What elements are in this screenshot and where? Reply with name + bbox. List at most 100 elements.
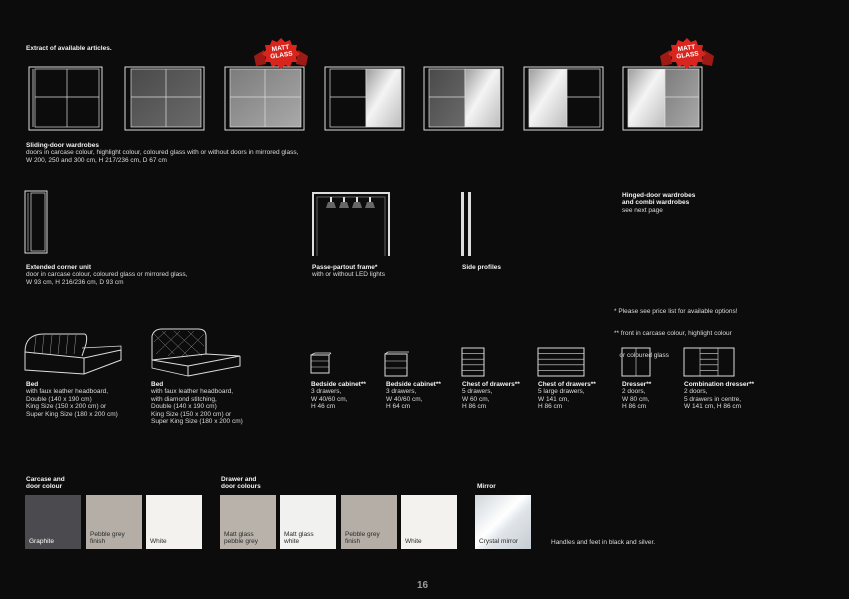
drawer-colour-header: Drawer and door colours: [221, 476, 261, 491]
swatch-crystal-mirror: Crystal mirror: [475, 495, 531, 549]
side-profiles-icon: [461, 192, 471, 256]
storage-title: Chest of drawers**: [462, 381, 520, 388]
storage-line: 5 drawers,: [462, 388, 493, 396]
mirror-header: Mirror: [477, 483, 496, 490]
storage-line: H 86 cm: [622, 403, 647, 411]
wardrobe-7: [622, 66, 703, 131]
swatch-label-line: Matt glass: [284, 531, 314, 538]
swatch-label: Matt glass pebble grey: [224, 531, 258, 545]
storage-line: 3 drawers,: [386, 388, 417, 396]
storage-caption: Dresser** 2 doors, W 80 cm, H 86 cm: [622, 381, 651, 411]
swatch-label-line: pebble grey: [224, 538, 258, 545]
storage-line: W 80 cm,: [622, 395, 650, 403]
bed-title: Bed: [151, 381, 164, 388]
wardrobe-3: [224, 66, 305, 131]
chest-of-drawers-icon: [461, 347, 485, 377]
carcase-colour-header: Carcase and door colour: [26, 476, 65, 491]
swatch-label: Crystal mirror: [479, 538, 518, 545]
bed-line: with faux leather headboard,: [26, 388, 109, 396]
side-profiles-title: Side profiles: [462, 264, 502, 271]
matt-glass-badge: MATT GLASS: [658, 36, 716, 72]
hinged-line: see next page: [622, 206, 663, 214]
bed-title: Bed: [26, 381, 39, 388]
swatch-label: Pebble grey finish: [90, 531, 125, 545]
swatch-label-line: White: [405, 538, 422, 545]
storage-line: H 86 cm: [538, 403, 563, 411]
bed-line: King Size (150 x 200 cm) or: [151, 410, 232, 418]
storage-line: H 46 cm: [311, 403, 336, 411]
handles-note: Handles and feet in black and silver.: [551, 539, 656, 546]
storage-line: H 64 cm: [386, 403, 411, 411]
bed-line: with faux leather headboard,: [151, 388, 234, 396]
swatch-label-line: White: [150, 538, 167, 545]
storage-title: Bedside cabinet**: [386, 381, 441, 388]
side-profiles-caption: Side profiles: [462, 264, 501, 271]
corner-unit-caption: Extended corner unit door in carcase col…: [26, 264, 188, 286]
swatch-label-line: Graphite: [29, 538, 54, 545]
storage-line: 3 drawers,: [311, 388, 342, 396]
storage-title: Combination dresser**: [684, 381, 755, 388]
swatch-white: White: [146, 495, 202, 549]
storage-caption: Combination dresser** 2 doors, 5 drawers…: [684, 381, 754, 411]
corner-unit-line: door in carcase colour, coloured glass o…: [26, 271, 188, 279]
group-header-line: door colour: [26, 483, 63, 491]
bed-diamond-icon: [151, 328, 241, 377]
bed-line: Double (140 x 190 cm): [26, 395, 92, 403]
bed-2-caption: Bed with faux leather headboard, with di…: [151, 381, 243, 425]
storage-caption: Bedside cabinet** 3 drawers, W 40/60 cm,…: [311, 381, 366, 411]
storage-title: Dresser**: [622, 381, 652, 388]
corner-unit-title: Extended corner unit: [26, 264, 92, 271]
swatch-label-line: Pebble grey: [90, 531, 125, 538]
storage-caption: Bedside cabinet** 3 drawers, W 40/60 cm,…: [386, 381, 441, 411]
bedside-cabinet-small-icon: [310, 352, 332, 374]
storage-caption: Chest of drawers** 5 drawers, W 60 cm, H…: [462, 381, 520, 411]
chest-of-drawers-large-icon: [537, 347, 585, 377]
swatch-label: Pebble grey finish: [345, 531, 380, 545]
hinged-note: Hinged-door wardrobes and combi wardrobe…: [622, 192, 695, 214]
wardrobe-5: [423, 66, 504, 131]
passe-partout-line: with or without LED lights: [312, 271, 385, 279]
storage-line: W 60 cm,: [462, 395, 490, 403]
storage-line: W 141 cm, H 86 cm: [684, 403, 742, 411]
swatch-matt-glass-white: Matt glass white: [280, 495, 336, 549]
wardrobe-1: [28, 66, 103, 131]
swatch-white: White: [401, 495, 457, 549]
swatch-matt-glass-pebble-grey: Matt glass pebble grey: [220, 495, 276, 549]
swatch-pebble-grey: Pebble grey finish: [341, 495, 397, 549]
bed-line: Super King Size (180 x 200 cm): [151, 418, 243, 426]
bed-line: with diamond stitching,: [151, 395, 217, 403]
wardrobes-title: Sliding-door wardrobes: [26, 142, 99, 149]
wardrobe-4: [324, 66, 405, 131]
storage-line: 5 drawers in centre,: [684, 395, 742, 403]
hinged-line: and combi wardrobes: [622, 199, 690, 207]
bed-line: Super King Size (180 x 200 cm): [26, 410, 118, 418]
bed-1-caption: Bed with faux leather headboard, Double …: [26, 381, 118, 418]
wardrobes-line: doors in carcase colour, highlight colou…: [26, 149, 299, 157]
wardrobe-2: [124, 66, 205, 131]
storage-line: H 86 cm: [462, 403, 487, 411]
swatch-label: Matt glass white: [284, 531, 314, 545]
swatch-label-line: white: [284, 538, 300, 545]
storage-line: 2 doors,: [622, 388, 646, 396]
group-header-line: Mirror: [477, 483, 496, 490]
storage-line: W 40/60 cm,: [311, 395, 348, 403]
dresser-icon: [621, 347, 651, 377]
group-header-line: door colours: [221, 483, 261, 491]
passe-partout-caption: Passe-partout frame* with or without LED…: [312, 264, 385, 279]
passe-partout-title: Passe-partout frame*: [312, 264, 378, 271]
wardrobes-line: W 200, 250 and 300 cm, H 217/236 cm, D 6…: [26, 156, 167, 164]
bed-line: Double (140 x 190 cm): [151, 403, 217, 411]
swatch-label: White: [150, 538, 167, 545]
corner-unit-line: W 93 cm, H 216/236 cm, D 93 cm: [26, 278, 124, 286]
swatch-label-line: Pebble grey: [345, 531, 380, 538]
storage-line: 5 large drawers,: [538, 388, 585, 396]
footnote-line: ** front in carcase colour, highlight co…: [614, 330, 732, 338]
swatch-graphite: Graphite: [25, 495, 81, 549]
matt-glass-badge: MATT GLASS: [252, 36, 310, 72]
group-header-line: Carcase and: [26, 476, 65, 483]
swatch-label-line: Matt glass: [224, 531, 254, 538]
wardrobes-caption: Sliding-door wardrobes doors in carcase …: [26, 142, 298, 164]
bed-line: King Size (150 x 200 cm) or: [26, 403, 107, 411]
storage-line: 2 doors,: [684, 388, 708, 396]
storage-line: W 141 cm,: [538, 395, 570, 403]
